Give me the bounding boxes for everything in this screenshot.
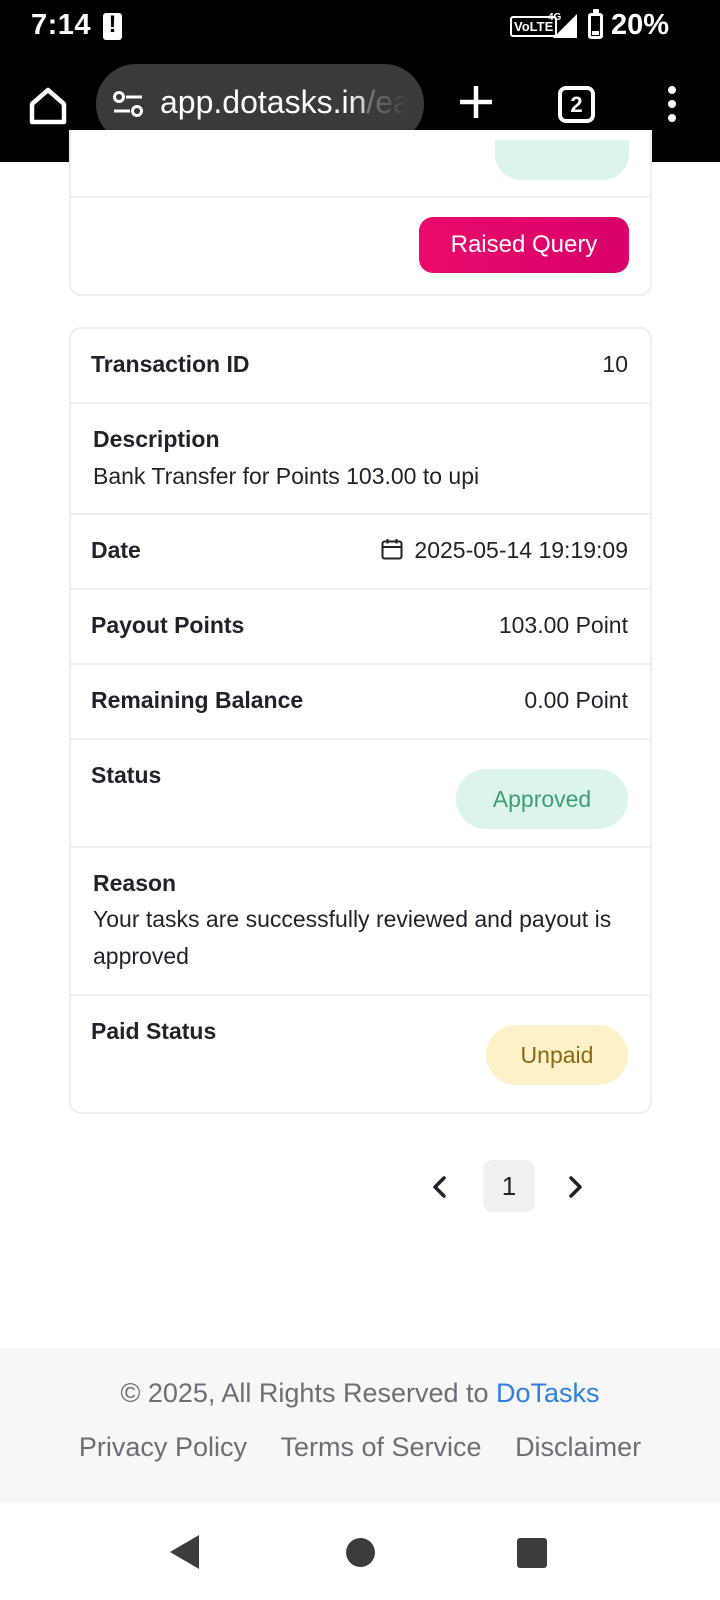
brand-link[interactable]: DoTasks xyxy=(496,1378,600,1408)
disclaimer-link[interactable]: Disclaimer xyxy=(515,1432,641,1462)
transaction-id-value: 10 xyxy=(602,351,628,377)
chevron-right-icon[interactable] xyxy=(560,1170,590,1204)
status-badge xyxy=(495,140,629,180)
calendar-icon xyxy=(381,539,403,560)
system-nav-bar xyxy=(0,1503,720,1600)
reason-value: Your tasks are successfully reviewed and… xyxy=(93,906,612,969)
url-path: /ea xyxy=(366,84,410,120)
remaining-balance-row: Remaining Balance 0.00 Point xyxy=(71,665,650,740)
battery-percent: 20% xyxy=(611,9,670,41)
alert-icon xyxy=(103,11,122,40)
description-label: Description xyxy=(93,426,220,452)
date-label: Date xyxy=(91,537,141,563)
remaining-balance-label: Remaining Balance xyxy=(91,687,304,713)
transaction-id-row: Transaction ID 10 xyxy=(71,329,650,404)
reason-row: Reason Your tasks are successfully revie… xyxy=(71,848,650,996)
divider xyxy=(71,196,650,198)
transaction-card: Transaction ID 10 Description Bank Trans… xyxy=(69,327,652,1114)
pagination-page-1[interactable]: 1 xyxy=(483,1160,535,1212)
status-time: 7:14 xyxy=(31,9,92,41)
site-settings-icon[interactable] xyxy=(112,90,144,118)
url-text[interactable]: app.dotasks.in/ea xyxy=(160,84,410,121)
payout-points-row: Payout Points 103.00 Point xyxy=(71,590,650,665)
status-row: Status Approved xyxy=(71,740,650,848)
transaction-id-label: Transaction ID xyxy=(91,351,250,377)
more-menu-icon[interactable] xyxy=(662,84,682,128)
approved-status-badge: Approved xyxy=(456,769,628,829)
recent-apps-icon[interactable] xyxy=(517,1538,547,1568)
footer-links: Privacy Policy Terms of Service Disclaim… xyxy=(0,1432,720,1463)
new-tab-icon[interactable] xyxy=(456,82,496,122)
date-row: Date 2025-05-14 19:19:09 xyxy=(71,515,650,590)
status-label: Status xyxy=(91,762,162,788)
raised-query-button[interactable]: Raised Query xyxy=(419,217,629,273)
privacy-policy-link[interactable]: Privacy Policy xyxy=(79,1432,247,1462)
remaining-balance-value: 0.00 Point xyxy=(524,687,628,713)
back-icon[interactable] xyxy=(170,1535,199,1569)
battery-icon xyxy=(588,9,603,39)
paid-status-row: Paid Status Unpaid xyxy=(71,996,650,1114)
previous-transaction-card: Raised Query xyxy=(69,130,652,296)
tab-switcher-button[interactable]: 2 xyxy=(558,86,595,123)
signal-icon xyxy=(553,14,577,38)
paid-status-label: Paid Status xyxy=(91,1018,217,1044)
description-value: Bank Transfer for Points 103.00 to upi xyxy=(93,463,480,489)
reason-label: Reason xyxy=(93,870,177,896)
url-host: app.dotasks.in xyxy=(160,84,367,120)
chevron-left-icon[interactable] xyxy=(425,1170,455,1204)
copyright-prefix: © 2025, All Rights Reserved to xyxy=(120,1378,497,1408)
unpaid-status-badge: Unpaid xyxy=(486,1025,628,1085)
home-icon[interactable] xyxy=(26,84,70,128)
payout-points-label: Payout Points xyxy=(91,612,245,638)
copyright-text: © 2025, All Rights Reserved to DoTasks xyxy=(0,1378,720,1409)
payout-points-value: 103.00 Point xyxy=(498,612,628,638)
date-value-wrap: 2025-05-14 19:19:09 xyxy=(380,537,628,564)
page-footer: © 2025, All Rights Reserved to DoTasks P… xyxy=(0,1348,720,1503)
date-value: 2025-05-14 19:19:09 xyxy=(414,537,628,563)
description-row: Description Bank Transfer for Points 103… xyxy=(71,404,650,515)
status-bar: 7:14 VoLTE 4G 20% xyxy=(0,0,720,54)
home-circle-icon[interactable] xyxy=(346,1538,375,1567)
terms-of-service-link[interactable]: Terms of Service xyxy=(280,1432,481,1462)
